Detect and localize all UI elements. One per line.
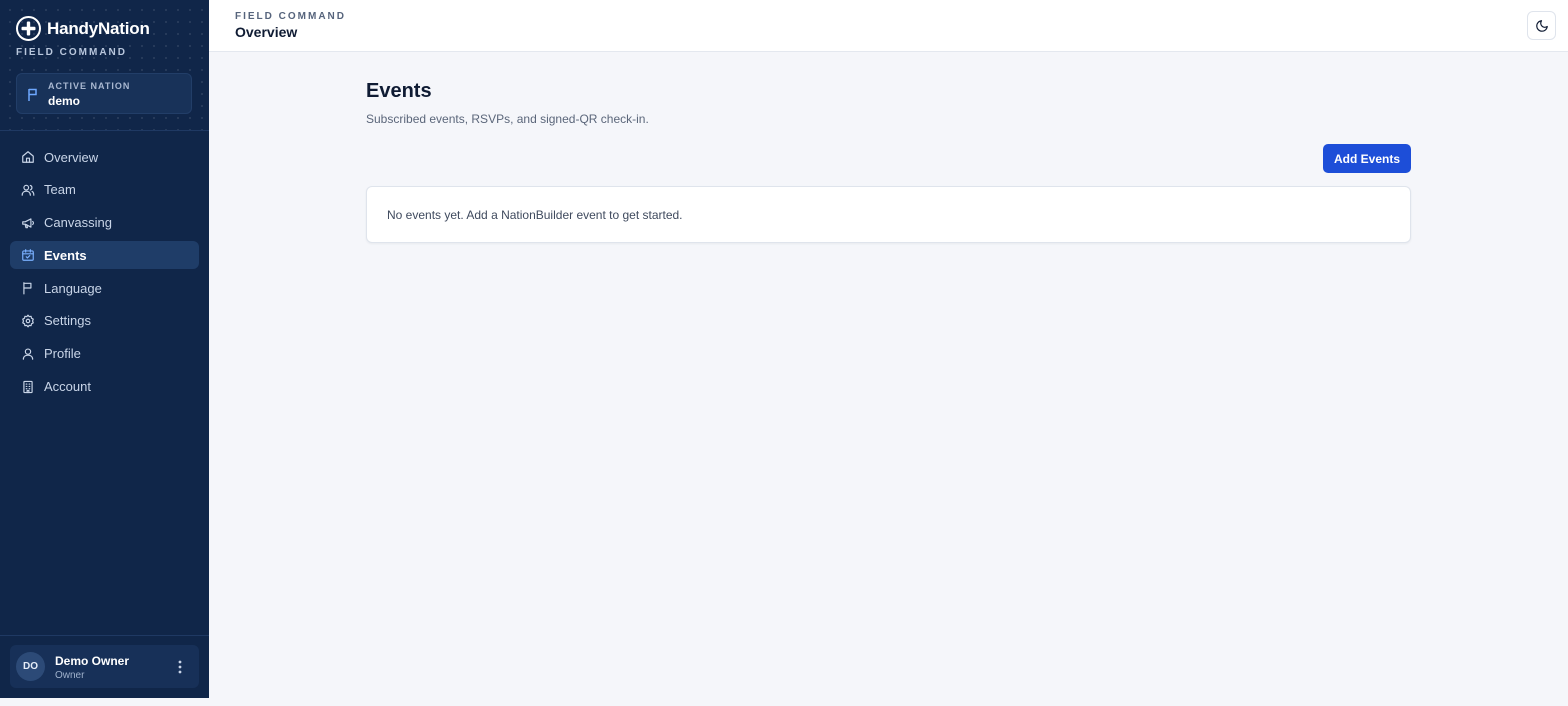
- sidebar-item-label: Language: [44, 280, 102, 296]
- page-breadcrumb-title: Overview: [235, 24, 298, 40]
- sidebar-item-label: Account: [44, 379, 91, 395]
- sidebar-item-overview[interactable]: Overview: [10, 143, 199, 171]
- gear-icon: [22, 314, 34, 328]
- events-empty-state: No events yet. Add a NationBuilder event…: [366, 186, 1411, 243]
- sidebar-item-language[interactable]: Language: [10, 274, 199, 302]
- sidebar-item-label: Team: [44, 182, 76, 198]
- sidebar-item-events[interactable]: Events: [10, 241, 199, 270]
- sidebar-item-profile[interactable]: Profile: [10, 340, 199, 368]
- users-icon: [21, 184, 35, 196]
- flag-icon: [28, 88, 37, 101]
- sidebar-item-team[interactable]: Team: [10, 176, 199, 204]
- brand[interactable]: HandyNation: [16, 16, 150, 41]
- header-kicker: FIELD COMMAND: [235, 11, 346, 22]
- page-title: Events: [366, 80, 432, 102]
- divider: [0, 635, 209, 636]
- sidebar-item-label: Overview: [44, 149, 99, 165]
- user-role: Owner: [55, 670, 85, 681]
- brand-name: HandyNation: [47, 18, 150, 38]
- sidebar-item-label: Settings: [44, 313, 91, 329]
- main-content: Events Subscribed events, RSVPs, and sig…: [366, 80, 1411, 243]
- active-nation-selector[interactable]: ACTIVE NATION demo: [16, 73, 192, 114]
- theme-toggle-button[interactable]: [1527, 11, 1556, 40]
- page-subtitle: Subscribed events, RSVPs, and signed-QR …: [366, 112, 649, 126]
- flag-icon: [23, 282, 32, 295]
- sidebar-item-account[interactable]: Account: [10, 373, 199, 401]
- sidebar-item-label: Profile: [44, 346, 81, 362]
- moon-icon: [1535, 19, 1548, 32]
- brand-subtitle: FIELD COMMAND: [16, 47, 127, 58]
- home-icon: [22, 151, 34, 163]
- active-nation-value: demo: [48, 94, 81, 108]
- avatar: DO: [16, 652, 45, 681]
- empty-state-message: No events yet. Add a NationBuilder event…: [387, 208, 683, 222]
- sidebar-item-canvassing[interactable]: Canvassing: [10, 209, 199, 237]
- sidebar-header: HandyNation FIELD COMMAND ACTIVE NATION …: [0, 0, 209, 131]
- sidebar-item-label: Events: [44, 247, 87, 263]
- user-card[interactable]: DO Demo Owner Owner: [10, 645, 199, 688]
- active-nation-label: ACTIVE NATION: [48, 81, 131, 91]
- sidebar-item-settings[interactable]: Settings: [10, 307, 199, 335]
- user-name: Demo Owner: [55, 654, 130, 668]
- megaphone-icon: [22, 217, 35, 228]
- handynation-logo-icon: [16, 16, 41, 41]
- top-bar: FIELD COMMAND Overview: [209, 0, 1568, 52]
- sidebar-item-label: Canvassing: [44, 215, 112, 231]
- user-icon: [22, 348, 34, 360]
- more-vertical-icon[interactable]: [173, 659, 187, 675]
- sidebar-nav: Overview Team Canvassing Events Language…: [10, 143, 199, 405]
- sidebar: HandyNation FIELD COMMAND ACTIVE NATION …: [0, 0, 209, 698]
- add-events-button[interactable]: Add Events: [1323, 144, 1411, 173]
- building-icon: [23, 380, 33, 393]
- calendar-check-icon: [22, 249, 34, 262]
